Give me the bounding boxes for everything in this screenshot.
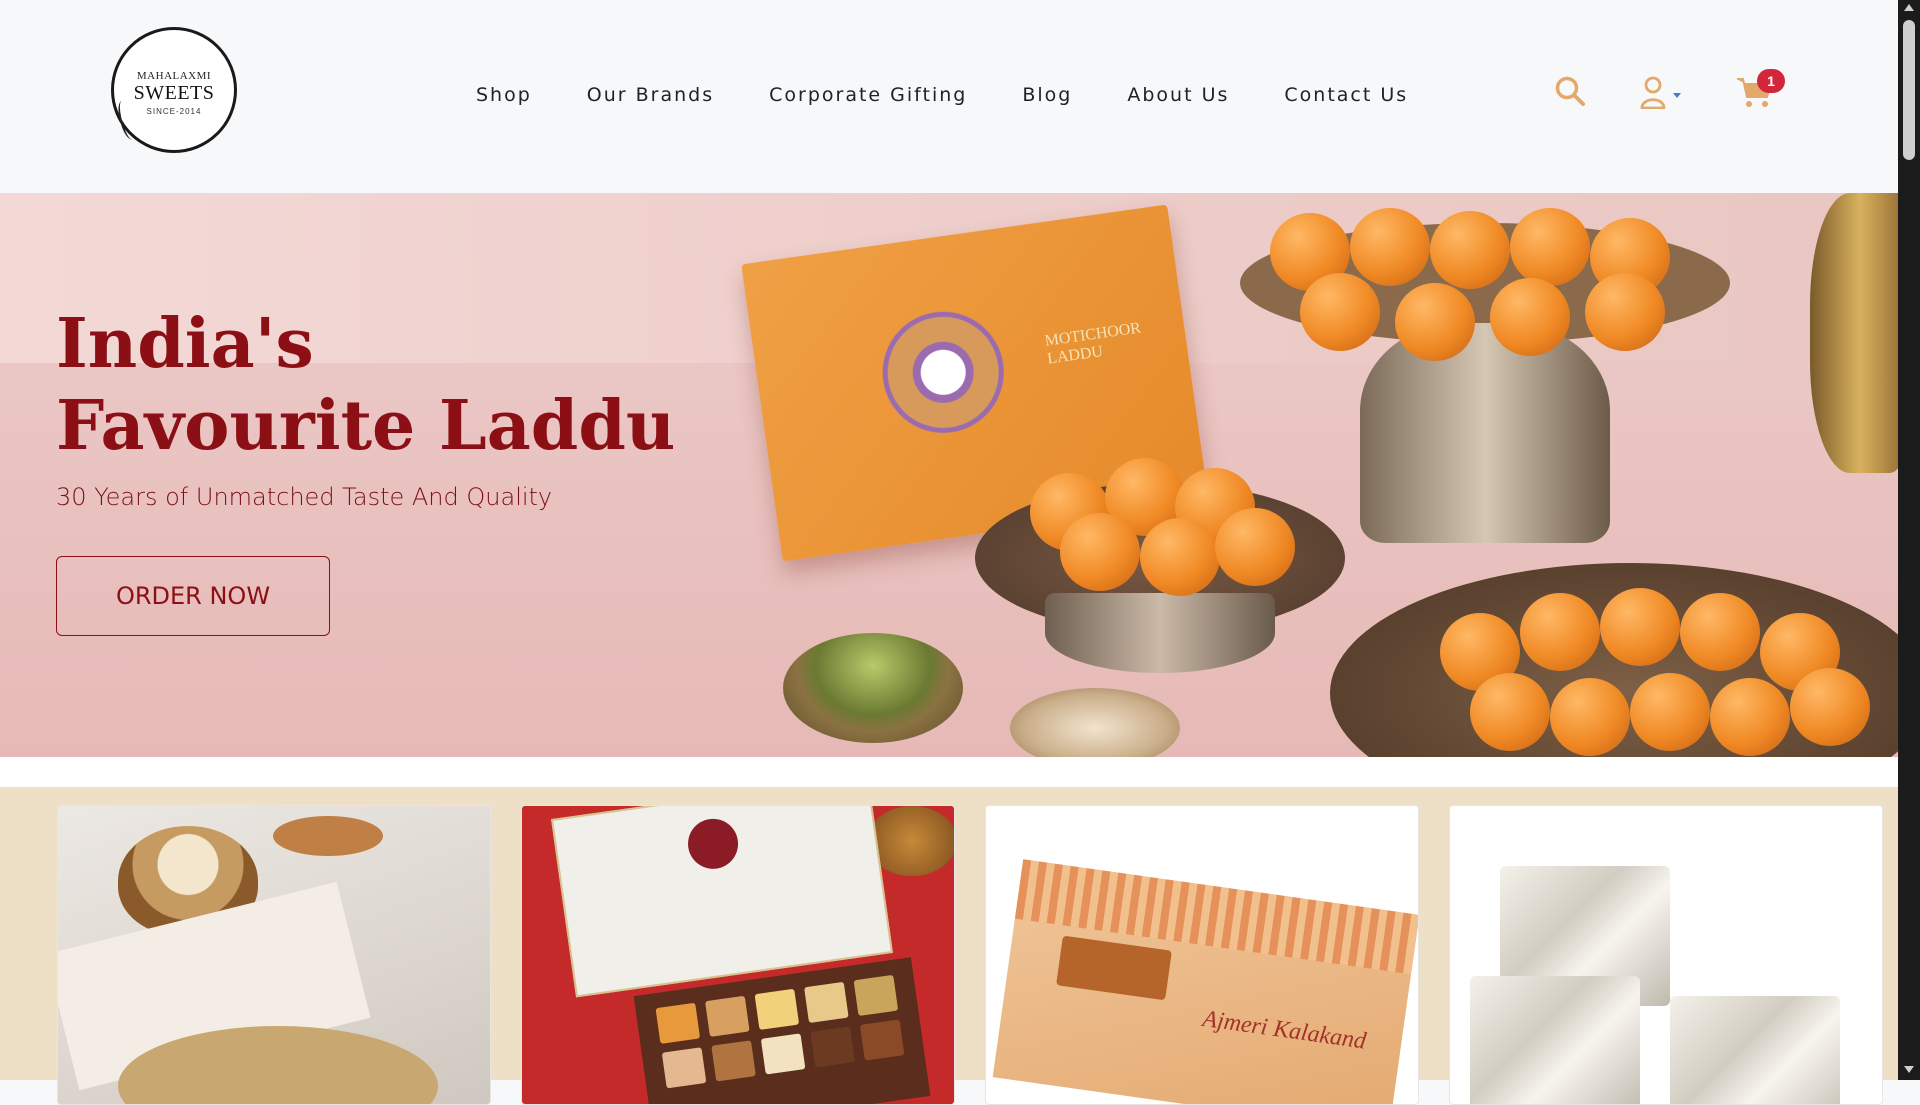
kalakand-label: Ajmeri Kalakand (1200, 1005, 1368, 1055)
sweet-piece-image (711, 1040, 756, 1082)
category-section: Ajmeri Kalakand (0, 787, 1898, 1105)
nav-about-us[interactable]: About Us (1127, 84, 1229, 106)
brand-seal-icon (684, 815, 742, 873)
main-nav: Shop Our Brands Corporate Gifting Blog A… (476, 84, 1463, 106)
search-icon[interactable] (1554, 75, 1586, 107)
category-card-kaju-katli[interactable] (57, 805, 491, 1105)
laddu-image (1350, 208, 1430, 286)
logo-line-1: MAHALAXMI (136, 70, 212, 82)
user-icon[interactable] (1640, 75, 1684, 109)
order-now-button[interactable]: ORDER NOW (56, 556, 330, 636)
sweet-piece-image (760, 1033, 806, 1075)
laddu-image (1300, 273, 1380, 351)
scroll-up-arrow-icon[interactable] (1904, 4, 1914, 11)
sweet-piece-image (661, 1047, 707, 1089)
page-scrollbar[interactable] (1898, 0, 1920, 1080)
laddu-image (1550, 678, 1630, 756)
hero-subtitle: 30 Years of Unmatched Taste And Quality (56, 483, 553, 511)
laddu-image (1520, 593, 1600, 671)
hero-banner: MOTICHOOR LADDU India's Favourite Laddu … (0, 193, 1898, 757)
silver-barfi-image (1470, 976, 1640, 1104)
laddu-image (1215, 508, 1295, 586)
laddu-stand-stem (1360, 323, 1610, 543)
laddu-image (1680, 593, 1760, 671)
box-label: MOTICHOOR LADDU (1043, 319, 1143, 368)
laddu-image (1585, 273, 1665, 351)
cart-count-badge: 1 (1757, 69, 1785, 93)
brass-vase-image (1810, 193, 1898, 473)
section-divider (0, 757, 1898, 787)
kalakand-box-image: Ajmeri Kalakand (992, 859, 1418, 1104)
sweet-piece-image (859, 1019, 905, 1061)
chevron-down-icon (1673, 93, 1681, 98)
laddu-image (1600, 588, 1680, 666)
logo-line-2: SWEETS (133, 82, 215, 104)
laddu-image (1710, 678, 1790, 756)
laddu-image (1430, 211, 1510, 289)
scrollbar-thumb[interactable] (1903, 20, 1915, 160)
kalakand-piece-image (1056, 935, 1172, 1001)
category-card-barfi[interactable] (1449, 805, 1883, 1105)
plate-stem (1045, 593, 1275, 673)
logo-leaf-icon (115, 98, 139, 142)
category-card-gift-box[interactable] (521, 805, 955, 1105)
laddu-image (1630, 673, 1710, 751)
nav-blog[interactable]: Blog (1022, 84, 1072, 106)
sweet-piece-image (754, 988, 800, 1030)
scroll-down-arrow-icon[interactable] (1904, 1066, 1914, 1073)
nav-shop[interactable]: Shop (476, 84, 532, 106)
nav-corporate-gifting[interactable]: Corporate Gifting (769, 84, 967, 106)
laddu-image (1790, 668, 1870, 746)
laddu-image (1470, 673, 1550, 751)
sweet-piece-image (804, 981, 849, 1024)
category-card-kalakand[interactable]: Ajmeri Kalakand (985, 805, 1419, 1105)
site-header: MAHALAXMI SWEETS SINCE-2014 Shop Our Bra… (0, 0, 1898, 193)
hero-title: India's Favourite Laddu (56, 304, 676, 466)
nav-contact-us[interactable]: Contact Us (1284, 84, 1408, 106)
pistachio-bowl-image (783, 633, 963, 743)
laddu-image (1140, 518, 1220, 596)
silver-barfi-image (1670, 996, 1840, 1104)
laddu-image (1510, 208, 1590, 286)
wooden-coaster-image (273, 816, 383, 856)
almond-bowl-image (1010, 688, 1180, 757)
sweet-piece-image (705, 995, 750, 1037)
sweet-piece-image (853, 974, 899, 1017)
sweet-piece-image (810, 1026, 855, 1068)
laddu-image (1490, 278, 1570, 356)
sweet-piece-image (655, 1002, 701, 1044)
brand-medallion-icon (858, 287, 1028, 458)
laddu-image (1060, 513, 1140, 591)
laddu-image (1395, 283, 1475, 361)
site-logo[interactable]: MAHALAXMI SWEETS SINCE-2014 (111, 27, 237, 153)
nav-our-brands[interactable]: Our Brands (587, 84, 714, 106)
